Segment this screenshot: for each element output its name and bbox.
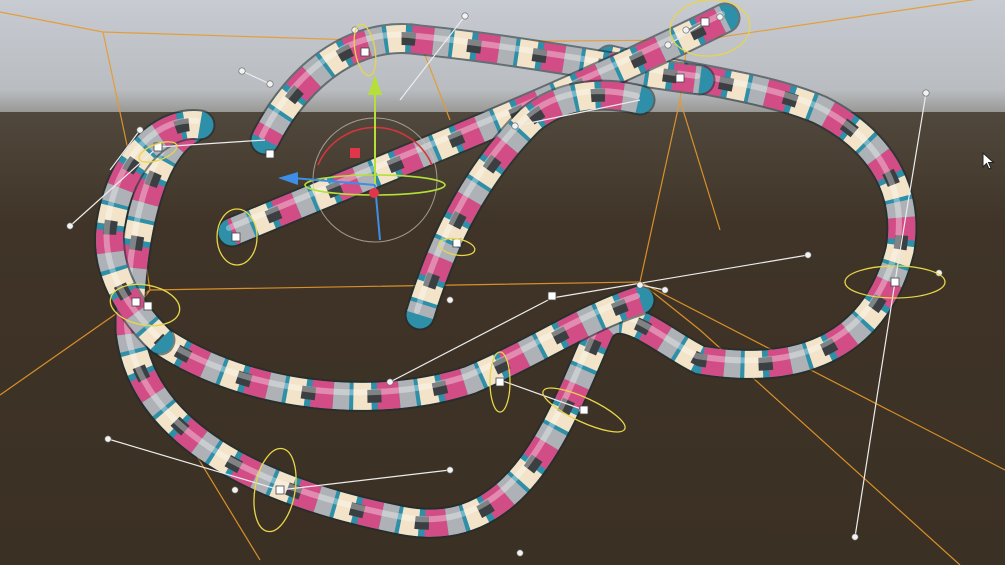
handle-point[interactable]: [716, 13, 724, 21]
handle-point[interactable]: [266, 80, 274, 88]
gizmo-center[interactable]: [369, 188, 379, 198]
handle-point[interactable]: [682, 26, 690, 34]
control-point-handle[interactable]: [452, 238, 462, 248]
handle-point[interactable]: [238, 67, 246, 75]
control-point-handle[interactable]: [579, 405, 589, 415]
handle-point[interactable]: [231, 486, 239, 494]
control-point-handle[interactable]: [360, 47, 370, 57]
scene-viewport[interactable]: [0, 0, 1005, 565]
control-point-handle[interactable]: [700, 17, 710, 27]
handle-point[interactable]: [511, 122, 519, 130]
handle-point[interactable]: [664, 41, 672, 49]
handle-point[interactable]: [661, 286, 669, 294]
handle-point[interactable]: [461, 12, 469, 20]
control-point-handle[interactable]: [547, 291, 557, 301]
handle-point[interactable]: [636, 281, 644, 289]
handle-point[interactable]: [516, 549, 524, 557]
arrow-cursor-icon: [982, 152, 995, 170]
control-point-handle[interactable]: [131, 297, 141, 307]
handle-point[interactable]: [446, 296, 454, 304]
control-point-handle[interactable]: [143, 301, 153, 311]
control-point-handle[interactable]: [675, 73, 685, 83]
control-point-handle[interactable]: [890, 277, 900, 287]
scene-canvas[interactable]: [0, 0, 1005, 565]
gizmo-plane-handle[interactable]: [350, 148, 360, 158]
handle-point[interactable]: [386, 378, 394, 386]
handle-point[interactable]: [922, 89, 930, 97]
handle-point[interactable]: [804, 251, 812, 259]
handle-point[interactable]: [66, 222, 74, 230]
control-point-handle[interactable]: [231, 232, 241, 242]
handle-point[interactable]: [446, 466, 454, 474]
handle-point[interactable]: [104, 435, 112, 443]
handle-point[interactable]: [136, 126, 144, 134]
control-point-handle[interactable]: [265, 149, 275, 159]
control-point-handle[interactable]: [495, 377, 505, 387]
handle-point[interactable]: [851, 533, 859, 541]
control-point-handle[interactable]: [275, 485, 285, 495]
